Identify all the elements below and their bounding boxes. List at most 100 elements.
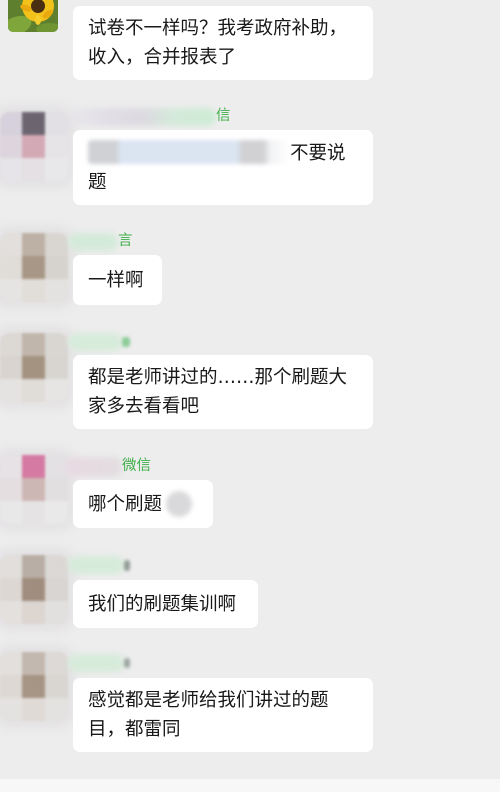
avatar-mosaic-tile <box>22 356 45 379</box>
avatar-mosaic-tile <box>0 135 22 158</box>
avatar-mosaic-tile <box>0 555 22 578</box>
avatar-mosaic <box>0 652 68 721</box>
redacted-sender-name <box>68 556 124 574</box>
avatar-mosaic-tile <box>0 112 22 135</box>
avatar-mosaic-tile <box>22 135 45 158</box>
message-text-line: 都是老师讲过的……那个刷题大 <box>88 367 348 388</box>
redacted-sender-name <box>68 654 124 672</box>
message-text-line: 目，都雷同 <box>88 719 181 740</box>
avatar-mosaic-tile <box>45 233 68 256</box>
avatar-mosaic-tile <box>0 256 22 279</box>
avatar-mosaic-tile <box>0 601 22 624</box>
avatar-mosaic-tile <box>45 555 68 578</box>
avatar-mosaic-tile <box>0 233 22 256</box>
message-text-line: 我们的刷题集训啊 <box>88 593 237 615</box>
avatar-mosaic-tile <box>0 158 22 181</box>
message-bubble[interactable]: 感觉都是老师给我们讲过的题 目，都雷同 <box>73 678 373 752</box>
avatar-mosaic-tile <box>45 698 68 721</box>
avatar-mosaic-tile <box>0 478 22 501</box>
avatar-mosaic <box>0 112 68 181</box>
redacted-emoji <box>166 490 193 517</box>
avatar-mosaic-tile <box>22 233 45 256</box>
sender-tag: 微信 <box>122 458 151 474</box>
avatar-mosaic-tile <box>45 256 68 279</box>
avatar[interactable] <box>0 112 68 181</box>
avatar-mosaic-tile <box>45 501 68 524</box>
redacted-sender-name <box>66 457 122 477</box>
avatar-mosaic-tile <box>0 279 22 302</box>
sender-tag: 言 <box>118 233 133 249</box>
message-text-line: 题 <box>88 171 107 193</box>
message-bubble[interactable]: 不要说 题 <box>73 130 373 205</box>
message-bubble[interactable]: 哪个刷题 <box>73 480 213 528</box>
message-text: 哪个刷题 <box>88 493 163 515</box>
avatar[interactable] <box>8 0 58 32</box>
message-bubble[interactable]: 都是老师讲过的……那个刷题大 家多去看看吧 <box>73 355 373 429</box>
avatar-mosaic-tile <box>45 652 68 675</box>
avatar-mosaic-tile <box>22 379 45 402</box>
avatar-mosaic-tile <box>0 356 22 379</box>
avatar-mosaic-tile <box>22 675 45 698</box>
avatar-mosaic-tile <box>22 112 45 135</box>
avatar-mosaic-tile <box>45 455 68 478</box>
message-text-line: 一样啊 <box>88 269 144 291</box>
message-text-line: 家多去看看吧 <box>88 396 200 417</box>
message-text-line: 试卷不一样吗？我考政府补助， <box>88 18 348 39</box>
redacted-sender-name <box>70 108 216 126</box>
redacted-text <box>88 139 290 164</box>
avatar-mosaic-tile <box>0 698 22 721</box>
avatar-mosaic-tile <box>0 578 22 601</box>
message-text: 不要说 <box>290 142 346 164</box>
avatar-mosaic <box>0 333 68 402</box>
avatar-mosaic-tile <box>22 578 45 601</box>
message-bubble[interactable]: 我们的刷题集训啊 <box>73 580 258 628</box>
avatar-mosaic-tile <box>45 135 68 158</box>
message-bubble[interactable]: 一样啊 <box>73 255 162 305</box>
avatar[interactable] <box>0 233 68 302</box>
avatar-mosaic-tile <box>45 675 68 698</box>
avatar-mosaic-tile <box>45 379 68 402</box>
avatar[interactable] <box>0 652 68 721</box>
avatar-mosaic-tile <box>22 455 45 478</box>
avatar-mosaic <box>0 233 68 302</box>
avatar-mosaic-tile <box>22 279 45 302</box>
avatar-mosaic-tile <box>45 478 68 501</box>
avatar[interactable] <box>0 333 68 402</box>
avatar-mosaic-tile <box>22 501 45 524</box>
avatar[interactable] <box>0 555 68 624</box>
avatar-mosaic-tile <box>22 478 45 501</box>
avatar-mosaic-tile <box>45 578 68 601</box>
redacted-sender-tag <box>124 658 130 668</box>
avatar-mosaic <box>0 555 68 624</box>
avatar-mosaic-tile <box>0 333 22 356</box>
message-text-line: 感觉都是老师给我们讲过的题 <box>88 690 329 711</box>
sunflower-avatar-photo <box>8 0 58 32</box>
avatar-mosaic-tile <box>45 112 68 135</box>
avatar-mosaic-tile <box>22 601 45 624</box>
redacted-sender-name <box>68 333 122 351</box>
avatar-mosaic-tile <box>45 279 68 302</box>
input-bar-edge <box>0 779 500 792</box>
message-bubble[interactable]: 试卷不一样吗？我考政府补助， 收入，合并报表了 <box>73 6 373 80</box>
avatar-mosaic-tile <box>45 158 68 181</box>
redacted-sender-tag <box>122 337 130 347</box>
message-text-line: 不要说 <box>88 139 358 168</box>
avatar-mosaic-tile <box>0 379 22 402</box>
sender-tag: 信 <box>216 108 231 124</box>
avatar-mosaic-tile <box>45 333 68 356</box>
avatar-mosaic-tile <box>45 601 68 624</box>
avatar-mosaic <box>0 455 68 524</box>
avatar-mosaic-tile <box>45 356 68 379</box>
avatar-mosaic-tile <box>22 333 45 356</box>
redacted-sender-name <box>68 233 118 251</box>
avatar[interactable] <box>0 455 68 524</box>
redacted-sender-tag <box>124 560 130 571</box>
avatar-mosaic-tile <box>0 455 22 478</box>
avatar-mosaic-tile <box>22 698 45 721</box>
avatar-mosaic-tile <box>0 501 22 524</box>
avatar-mosaic-tile <box>22 652 45 675</box>
avatar-mosaic-tile <box>22 158 45 181</box>
avatar-mosaic-tile <box>0 652 22 675</box>
message-text-line: 哪个刷题 <box>88 490 198 519</box>
avatar-mosaic-tile <box>22 256 45 279</box>
